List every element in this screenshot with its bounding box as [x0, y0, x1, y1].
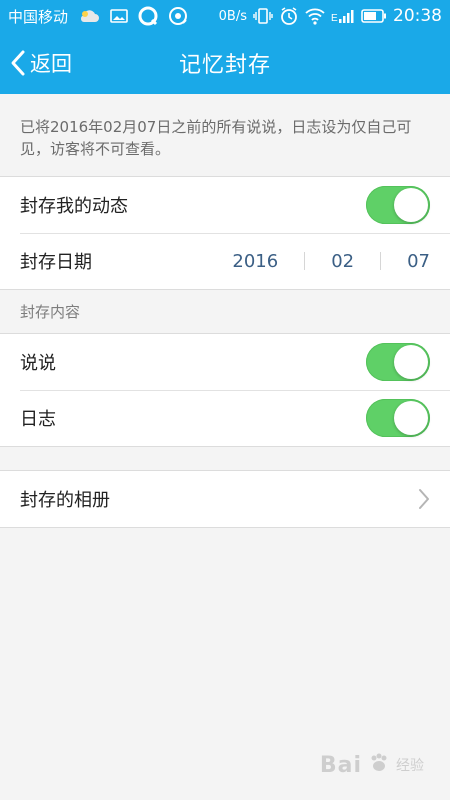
shuoshuo-row: 说说	[0, 334, 450, 390]
album-group: 封存的相册	[0, 470, 450, 528]
sealed-album-label: 封存的相册	[20, 490, 110, 511]
seal-date-month[interactable]: 02	[305, 251, 380, 272]
clock: 20:38	[393, 6, 442, 26]
wifi-icon	[305, 7, 325, 25]
nav-header: 返回 记忆封存	[0, 32, 450, 94]
watermark-text: Bai	[319, 752, 362, 778]
seal-activity-label: 封存我的动态	[20, 196, 128, 217]
back-chevron-icon	[10, 49, 26, 77]
baidu-watermark: Bai 经验	[320, 752, 424, 778]
status-bar: 中国移动 0B/s E 20:38	[0, 0, 450, 32]
seal-activity-row: 封存我的动态	[0, 177, 450, 233]
paw-logo-icon	[368, 752, 390, 778]
toggle-knob	[394, 345, 428, 379]
toggle-knob	[394, 188, 428, 222]
chevron-right-icon	[418, 488, 430, 510]
seal-content-group: 说说 日志	[0, 333, 450, 447]
back-button[interactable]: 返回	[10, 32, 72, 94]
music-icon	[168, 6, 188, 26]
seal-date-picker[interactable]: 2016 02 07	[232, 251, 430, 272]
journal-label: 日志	[20, 409, 56, 430]
sealed-album-row[interactable]: 封存的相册	[0, 471, 450, 527]
journal-row: 日志	[0, 390, 450, 446]
seal-activity-toggle[interactable]	[366, 186, 430, 224]
net-speed: 0B/s	[218, 8, 247, 24]
signal-icon: E	[331, 8, 355, 24]
seal-date-row[interactable]: 封存日期 2016 02 07	[0, 233, 450, 289]
toggle-knob	[394, 401, 428, 435]
journal-toggle[interactable]	[366, 399, 430, 437]
signal-label: E	[331, 13, 338, 24]
carrier-name: 中国移动	[8, 7, 69, 26]
seal-settings-group: 封存我的动态 封存日期 2016 02 07	[0, 176, 450, 290]
seal-notice: 已将2016年02月07日之前的所有说说，日志设为仅自己可见，访客将不可查看。	[20, 118, 412, 158]
alarm-icon	[279, 6, 299, 26]
seal-date-year[interactable]: 2016	[232, 251, 304, 272]
content-section-label: 封存内容	[20, 302, 81, 321]
shuoshuo-toggle[interactable]	[366, 343, 430, 381]
watermark-sub: 经验	[396, 758, 424, 774]
gallery-icon	[110, 8, 128, 24]
qq-browser-icon	[138, 6, 158, 26]
shuoshuo-label: 说说	[20, 353, 56, 374]
seal-date-label: 封存日期	[20, 252, 92, 273]
vibrate-icon	[253, 7, 273, 25]
back-label: 返回	[30, 52, 72, 76]
battery-icon	[361, 8, 387, 24]
cloud-weather-icon	[78, 8, 100, 24]
seal-date-day[interactable]: 07	[381, 251, 430, 272]
